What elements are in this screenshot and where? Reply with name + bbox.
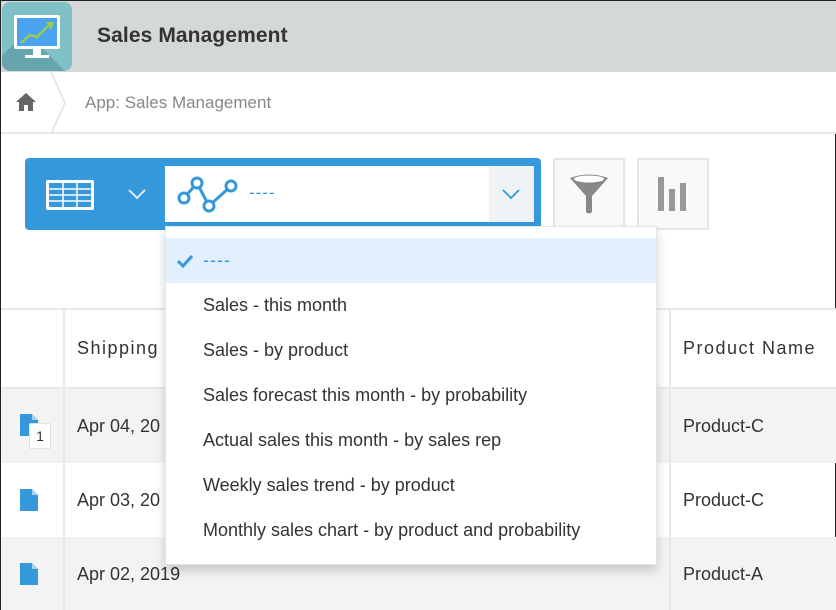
- graph-dropdown-menu: ---- Sales - this month Sales - by produ…: [165, 226, 657, 565]
- breadcrumb: App: Sales Management: [1, 72, 836, 134]
- dropdown-option-label: Sales forecast this month - by probabili…: [203, 385, 528, 405]
- chevron-down-icon: [502, 189, 520, 200]
- check-icon: [176, 254, 194, 268]
- cell-product-name: Product-A: [683, 564, 764, 584]
- funnel-icon: [570, 174, 608, 214]
- dropdown-option[interactable]: Sales - this month: [166, 283, 656, 328]
- cell-shipping: Apr 03, 20: [77, 490, 161, 510]
- bar-chart-icon: [658, 177, 686, 211]
- dropdown-option-label: Weekly sales trend - by product: [203, 475, 455, 495]
- graph-select-value: ----: [249, 183, 276, 202]
- dropdown-option-label: Sales - by product: [203, 340, 349, 360]
- column-header-product-name[interactable]: Product Name: [683, 338, 816, 359]
- cell-shipping: Apr 04, 20: [77, 416, 161, 436]
- dropdown-option-none[interactable]: ----: [166, 238, 656, 283]
- table-view-icon[interactable]: [45, 179, 95, 211]
- column-divider: [669, 308, 671, 610]
- dropdown-option[interactable]: Sales - by product: [166, 328, 656, 373]
- app-header: Sales Management: [1, 1, 836, 72]
- filter-button[interactable]: [553, 158, 625, 230]
- app-title: Sales Management: [97, 24, 288, 47]
- cell-product-name: Product-C: [683, 490, 765, 510]
- document-icon[interactable]: [20, 489, 38, 511]
- monitor-chart-icon[interactable]: [2, 2, 72, 71]
- breadcrumb-separator: [50, 72, 66, 134]
- comment-count-badge[interactable]: 1: [29, 423, 51, 449]
- dropdown-option[interactable]: Actual sales this month - by sales rep: [166, 418, 656, 463]
- cell-shipping: Apr 02, 2019: [77, 564, 181, 584]
- chart-button[interactable]: [637, 158, 709, 230]
- dropdown-option-label: ----: [203, 250, 231, 270]
- dropdown-option[interactable]: Weekly sales trend - by product: [166, 463, 656, 508]
- dropdown-option-label: Monthly sales chart - by product and pro…: [203, 520, 581, 540]
- breadcrumb-item-app[interactable]: App: Sales Management: [85, 93, 271, 113]
- dropdown-option-label: Sales - this month: [203, 295, 348, 315]
- dropdown-option[interactable]: Sales forecast this month - by probabili…: [166, 373, 656, 418]
- cell-product-name: Product-C: [683, 416, 765, 436]
- column-divider: [63, 308, 65, 610]
- home-icon[interactable]: [15, 92, 37, 112]
- dropdown-option-label: Actual sales this month - by sales rep: [203, 430, 502, 450]
- graph-select-dropdown-button[interactable]: [489, 166, 534, 222]
- line-graph-icon: [177, 176, 238, 213]
- column-header-shipping[interactable]: Shipping: [77, 338, 159, 359]
- dropdown-option[interactable]: Monthly sales chart - by product and pro…: [166, 508, 656, 553]
- chevron-down-icon[interactable]: [127, 187, 147, 201]
- document-icon[interactable]: [20, 563, 38, 585]
